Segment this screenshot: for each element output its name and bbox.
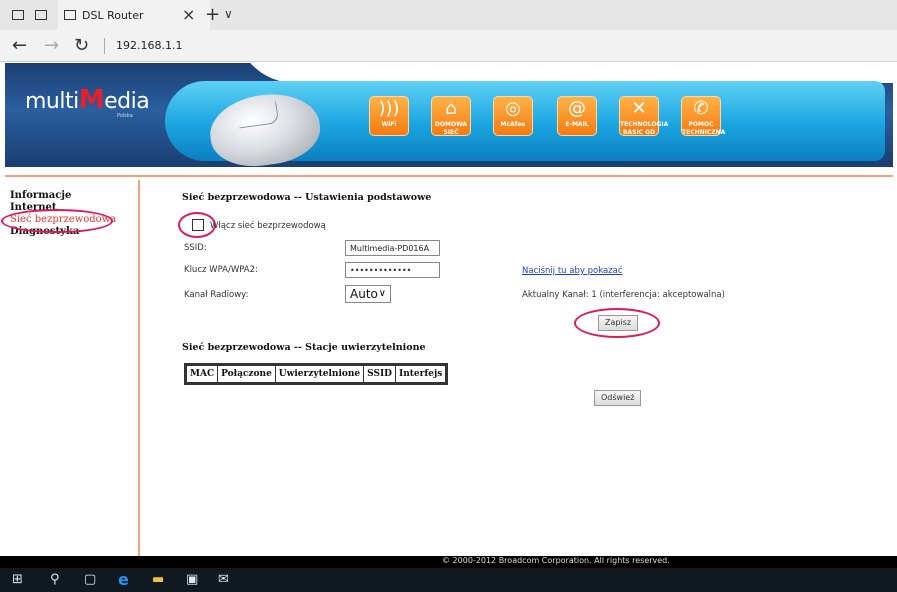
refresh-icon[interactable]: ↻: [74, 35, 89, 56]
annotation-ellipse-nav: [1, 209, 113, 233]
logo-text-pre: multi: [25, 89, 79, 114]
logo-text-m: M: [78, 85, 105, 115]
show-tabs-icon[interactable]: [35, 10, 47, 20]
wpa-key-label: Klucz WPA/WPA2:: [184, 265, 258, 275]
back-arrow-icon[interactable]: ←: [12, 35, 27, 56]
mcafee-glyph: ◎: [505, 98, 521, 119]
copyright-footer: © 2000-2012 Broadcom Corporation. All ri…: [0, 556, 897, 568]
windows-taskbar: ⊞ ⚲ ▢ e ▬ ▣ ✉: [0, 568, 897, 592]
email-icon[interactable]: @ E-MAIL: [557, 96, 597, 136]
page-icon: [64, 10, 76, 20]
technology-label: TECHNOLOGIA BASIC GD: [620, 121, 669, 136]
col-mac: MAC: [184, 364, 219, 384]
wifi-glyph: ))): [378, 98, 400, 119]
stations-table: MAC Połączone Uwierzytelnione SSID Inter…: [184, 363, 449, 385]
close-tab-icon[interactable]: ×: [182, 5, 195, 24]
col-ssid: SSID: [363, 364, 396, 384]
wifi-label: WiFi: [381, 121, 397, 128]
email-glyph: @: [568, 98, 586, 119]
support-icon[interactable]: ✆ POMOC TECHNICZNA: [681, 96, 726, 136]
address-separator: [104, 38, 105, 54]
banner-divider: [5, 175, 893, 177]
new-tab-icon[interactable]: +: [205, 4, 220, 25]
address-bar[interactable]: 192.168.1.1: [116, 39, 182, 52]
home-network-icon[interactable]: ⌂ DOMOWA SIEĆ: [431, 96, 471, 136]
technology-icon[interactable]: ✕ TECHNOLOGIA BASIC GD: [619, 96, 669, 136]
col-connected: Połączone: [217, 364, 276, 384]
support-label: POMOC TECHNICZNA: [682, 121, 726, 136]
windows-start-icon[interactable]: ⊞: [12, 572, 23, 587]
left-nav: Informacje Internet Sieć bezprzewodowa D…: [1, 180, 140, 556]
nav-item-informacje[interactable]: Informacje: [10, 190, 71, 201]
refresh-button[interactable]: Odśwież: [594, 390, 642, 406]
forward-arrow-icon[interactable]: →: [44, 35, 59, 56]
edge-browser-icon[interactable]: e: [118, 570, 129, 589]
current-channel-status: Aktualny Kanał: 1 (interferencja: akcept…: [522, 290, 725, 300]
multimedia-logo[interactable]: multiMedia: [25, 85, 150, 115]
main-content: Sieć bezprzewodowa -- Ustawienia podstaw…: [142, 180, 893, 556]
basic-settings-title: Sieć bezprzewodowa -- Ustawienia podstaw…: [182, 192, 432, 203]
search-icon[interactable]: ⚲: [50, 572, 60, 587]
browser-tab-bar: DSL Router × + ∨: [0, 0, 897, 30]
stations-header-row: MAC Połączone Uwierzytelnione SSID Inter…: [184, 364, 448, 384]
chevron-down-icon: ∨: [378, 288, 386, 299]
show-key-link[interactable]: Naciśnij tu aby pokazać: [522, 266, 623, 276]
mail-icon[interactable]: ✉: [218, 572, 229, 587]
home-network-glyph: ⌂: [445, 98, 457, 119]
home-network-label: DOMOWA SIEĆ: [434, 121, 468, 136]
browser-tab[interactable]: DSL Router ×: [58, 0, 210, 30]
ssid-input[interactable]: [345, 240, 440, 256]
support-glyph: ✆: [693, 98, 709, 119]
enable-wireless-label: Włącz sieć bezprzewodową: [210, 221, 326, 231]
ssid-label: SSID:: [184, 243, 207, 253]
save-button[interactable]: Zapisz: [598, 315, 639, 331]
channel-label: Kanał Radiowy:: [184, 290, 249, 300]
file-explorer-icon[interactable]: ▬: [152, 572, 164, 587]
email-label: E-MAIL: [565, 121, 589, 128]
enable-wireless-checkbox[interactable]: [192, 219, 204, 231]
browser-nav-bar: ← → ↻ 192.168.1.1: [0, 30, 897, 62]
banner-white-swoosh: [235, 63, 893, 83]
wifi-icon[interactable]: ))) WiFi: [369, 96, 409, 136]
logo-text-post: edia: [104, 89, 150, 114]
wpa-key-input[interactable]: [345, 262, 440, 278]
col-authenticated: Uwierzytelnione: [274, 364, 365, 384]
technology-glyph: ✕: [631, 98, 647, 119]
tab-menu-chevron-icon[interactable]: ∨: [224, 7, 233, 21]
logo-subtitle: Polska: [117, 113, 133, 119]
col-interface: Interfejs: [394, 364, 448, 384]
channel-select-value: Auto: [350, 287, 378, 301]
task-view-icon[interactable]: ▢: [84, 572, 96, 587]
tab-title: DSL Router: [82, 9, 144, 22]
router-banner: multiMedia Polska ))) WiFi ⌂ DOMOWA SIEĆ…: [5, 63, 893, 179]
channel-select[interactable]: Auto ∨: [345, 285, 391, 303]
mcafee-icon[interactable]: ◎ McAfee: [493, 96, 533, 136]
stations-title: Sieć bezprzewodowa -- Stacje uwierzyteln…: [182, 342, 426, 353]
copyright-text: © 2000-2012 Broadcom Corporation. All ri…: [442, 556, 670, 565]
store-icon[interactable]: ▣: [186, 572, 198, 587]
mcafee-label: McAfee: [500, 121, 526, 128]
tab-set-aside-icon[interactable]: [12, 10, 24, 20]
